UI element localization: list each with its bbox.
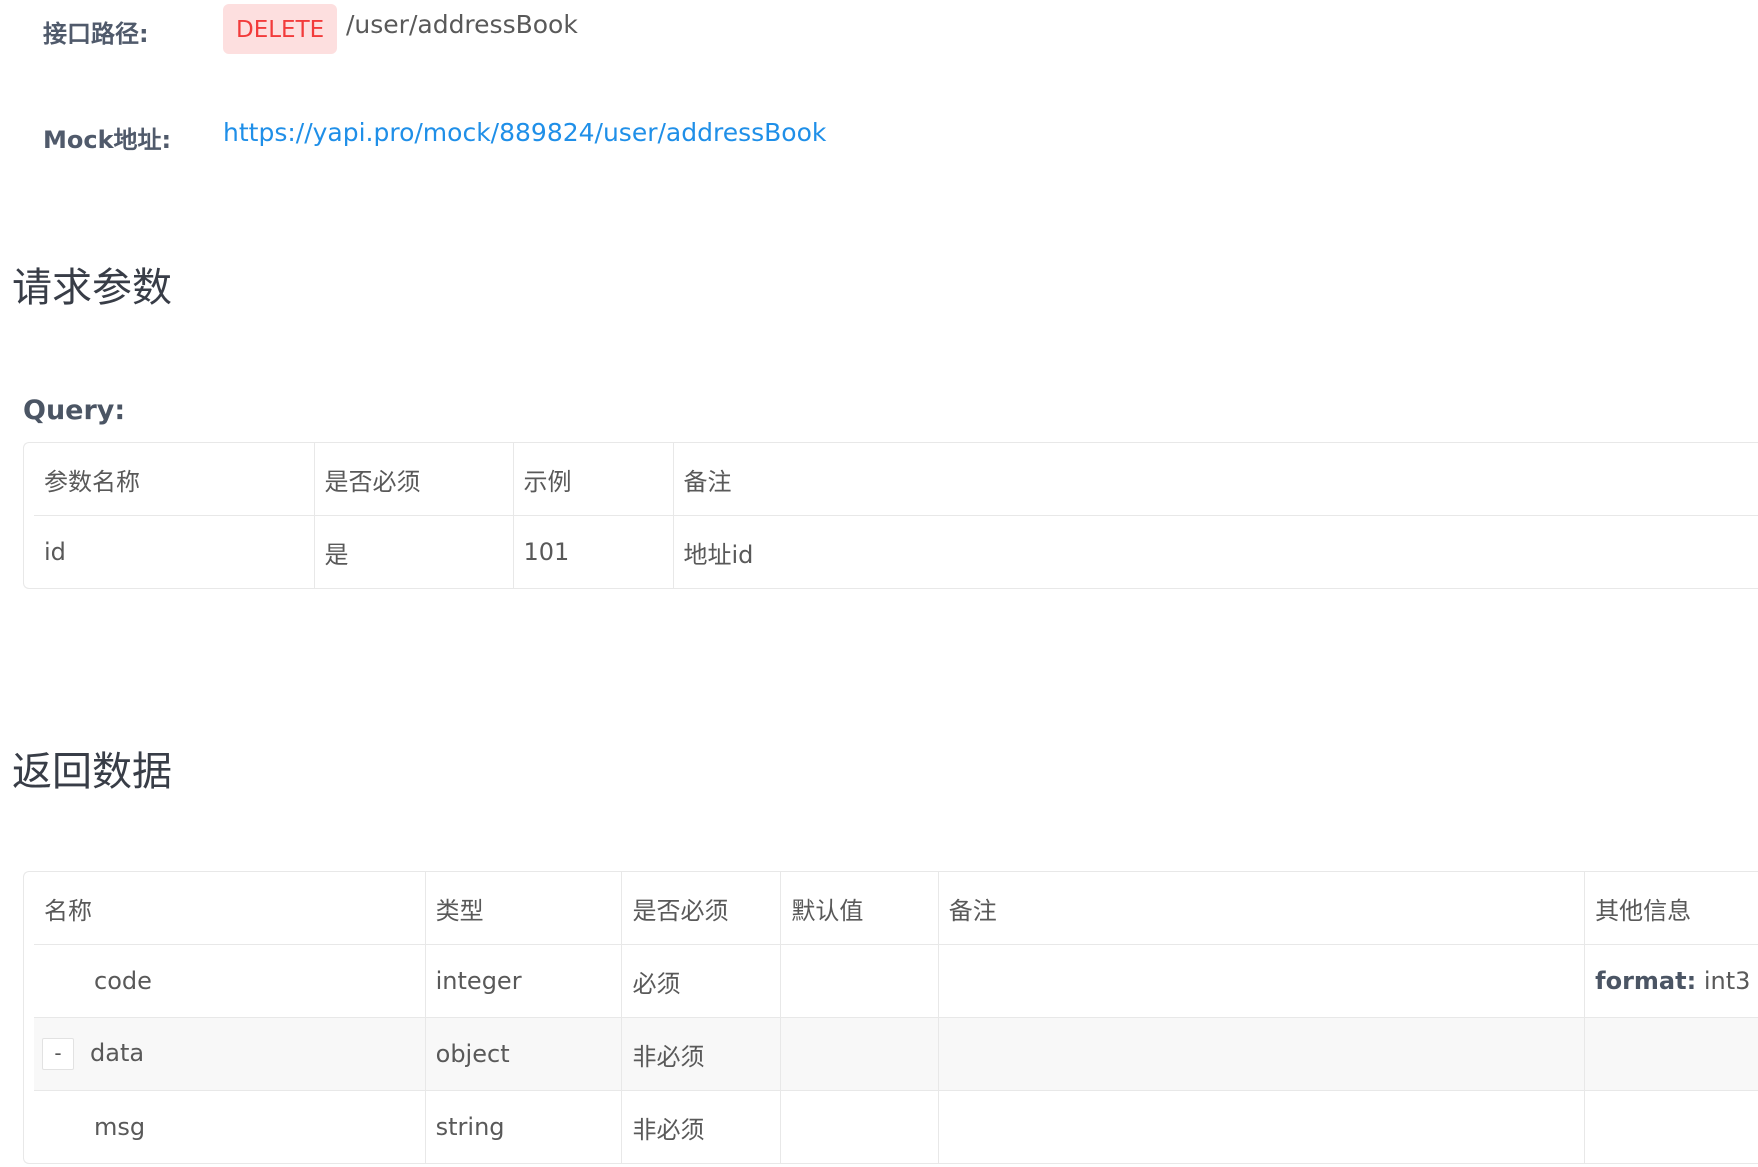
method-badge: DELETE [223,4,338,54]
col-type: 类型 [424,872,622,945]
cell-required: 非必须 [621,1090,781,1163]
cell-required: 必须 [621,944,781,1018]
col-default: 默认值 [780,872,939,945]
col-required: 是否必须 [313,443,513,516]
cell-example: 101 [512,515,673,588]
cell-name: msg [94,1113,146,1141]
table-row: - data object 非必须 [34,1017,1758,1091]
cell-name-text: data [90,1039,145,1067]
response-section-title: 返回数据 [12,749,172,795]
cell-name: id [44,538,66,566]
api-path: /user/addressBook [346,10,578,39]
table-row: code integer 必须 format: int3 [34,944,1758,1018]
cell-default [780,944,939,1018]
response-header-row: 名称 类型 是否必须 默认值 备注 其他信息 [34,872,1758,945]
cell-note [937,944,1585,1018]
cell-note [937,1017,1585,1091]
cell-other-info: format: int3 [1584,944,1758,1018]
cell-note: 地址id [672,515,1758,588]
query-label: Query: [23,395,126,426]
col-name: 名称 [34,872,426,945]
cell-default [780,1017,939,1091]
collapse-button[interactable]: - [42,1038,74,1070]
cell-required: 是 [313,515,513,588]
format-value: int3 [1703,967,1751,995]
cell-type: string [424,1090,622,1163]
cell-other-info [1584,1090,1758,1163]
cell-name: - data [34,1017,426,1091]
cell-default [780,1090,939,1163]
query-header-row: 参数名称 是否必须 示例 备注 [34,443,1758,516]
mock-label: Mock地址: [43,126,172,154]
path-label: 接口路径: [43,20,149,48]
format-key: format: [1595,967,1697,995]
col-example: 示例 [512,443,673,516]
response-table: 名称 类型 是否必须 默认值 备注 其他信息 code integer 必须 f… [23,871,1758,1164]
table-row: msg string 非必须 [34,1090,1758,1163]
col-other-info: 其他信息 [1584,872,1758,945]
col-param-name: 参数名称 [34,443,314,516]
cell-type: integer [424,944,622,1018]
col-required: 是否必须 [621,872,781,945]
col-note: 备注 [937,872,1585,945]
cell-name: code [34,944,426,1018]
cell-note [937,1090,1585,1163]
cell-required: 非必须 [621,1017,781,1091]
cell-type: object [424,1017,622,1091]
table-row: id 是 101 地址id [34,515,1758,588]
request-section-title: 请求参数 [12,265,172,311]
col-note: 备注 [672,443,1758,516]
cell-other-info [1584,1017,1758,1091]
query-table: 参数名称 是否必须 示例 备注 id 是 101 地址id [23,442,1758,589]
mock-url-link[interactable]: https://yapi.pro/mock/889824/user/addres… [223,118,826,147]
